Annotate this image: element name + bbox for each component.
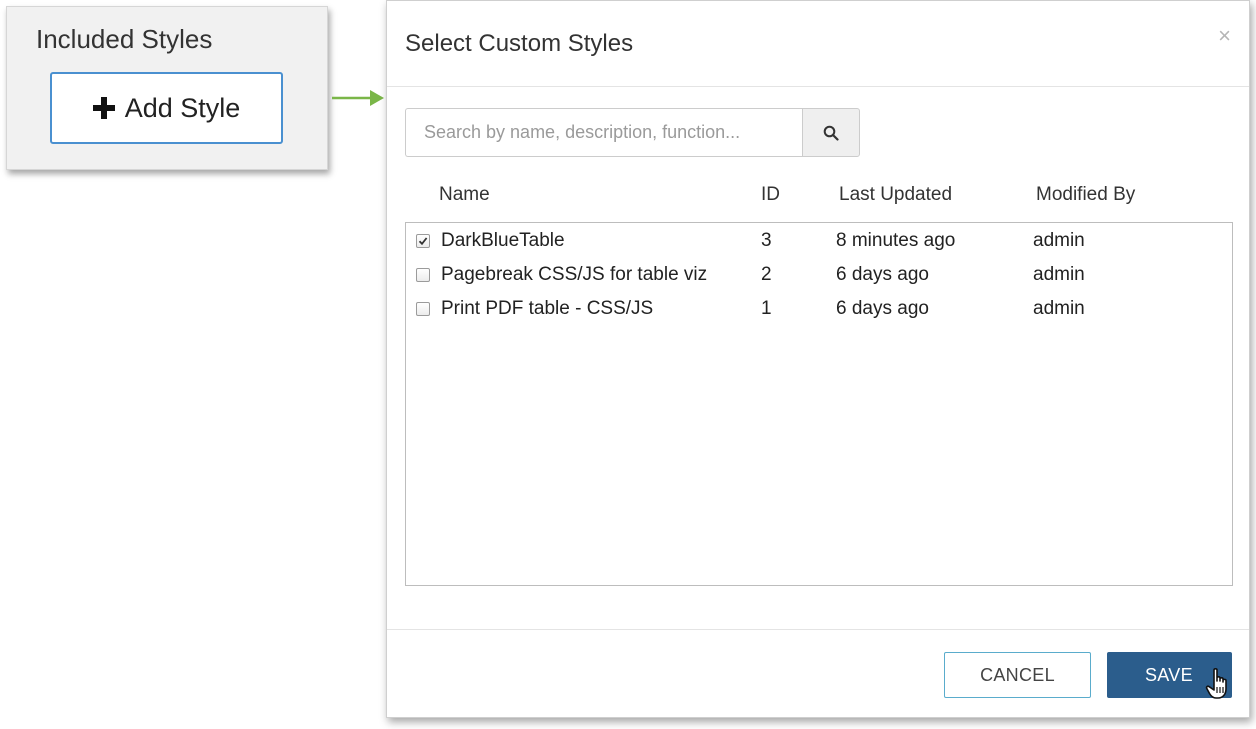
checkmark-icon [418,237,428,246]
search-input[interactable] [405,108,802,157]
modal-header: Select Custom Styles × [387,1,1249,87]
select-custom-styles-modal: Select Custom Styles × Name ID Last Upda… [386,0,1250,718]
add-style-button[interactable]: Add Style [50,72,283,144]
plus-icon [92,97,115,119]
row-modified-by: admin [1033,264,1085,285]
row-name: Pagebreak CSS/JS for table viz [441,264,708,285]
list-item[interactable]: Pagebreak CSS/JS for table viz 2 6 days … [406,258,1232,292]
list-item[interactable]: Print PDF table - CSS/JS 1 6 days ago ad… [406,292,1232,326]
row-checkbox[interactable] [416,234,430,248]
row-id: 2 [761,264,772,285]
row-last-updated: 6 days ago [836,264,929,285]
row-checkbox[interactable] [416,302,430,316]
search-box [405,108,860,157]
search-button[interactable] [802,108,860,157]
row-id: 1 [761,298,772,319]
column-header-id[interactable]: ID [761,184,780,206]
row-name: DarkBlueTable [441,230,565,251]
row-checkbox[interactable] [416,268,430,282]
arrow-right-icon [332,90,384,106]
included-styles-panel: Included Styles Add Style [6,6,328,170]
row-modified-by: admin [1033,230,1085,251]
add-style-label: Add Style [124,92,241,123]
column-header-last-updated[interactable]: Last Updated [839,184,952,206]
modal-footer: CANCEL SAVE [387,629,1249,719]
included-styles-title: Included Styles [36,24,213,54]
modal-title: Select Custom Styles [405,30,634,57]
search-icon [823,125,839,141]
column-header-name[interactable]: Name [439,184,490,206]
row-modified-by: admin [1033,298,1085,319]
column-header-modified-by[interactable]: Modified By [1036,184,1135,206]
row-name: Print PDF table - CSS/JS [441,298,654,319]
row-last-updated: 6 days ago [836,298,929,319]
cancel-button[interactable]: CANCEL [944,652,1091,698]
styles-list: DarkBlueTable 3 8 minutes ago admin Page… [405,222,1233,586]
row-id: 3 [761,230,772,251]
hand-pointer-icon [1205,668,1227,699]
close-icon[interactable]: × [1218,25,1231,47]
row-last-updated: 8 minutes ago [836,230,956,251]
list-item[interactable]: DarkBlueTable 3 8 minutes ago admin [406,224,1232,258]
